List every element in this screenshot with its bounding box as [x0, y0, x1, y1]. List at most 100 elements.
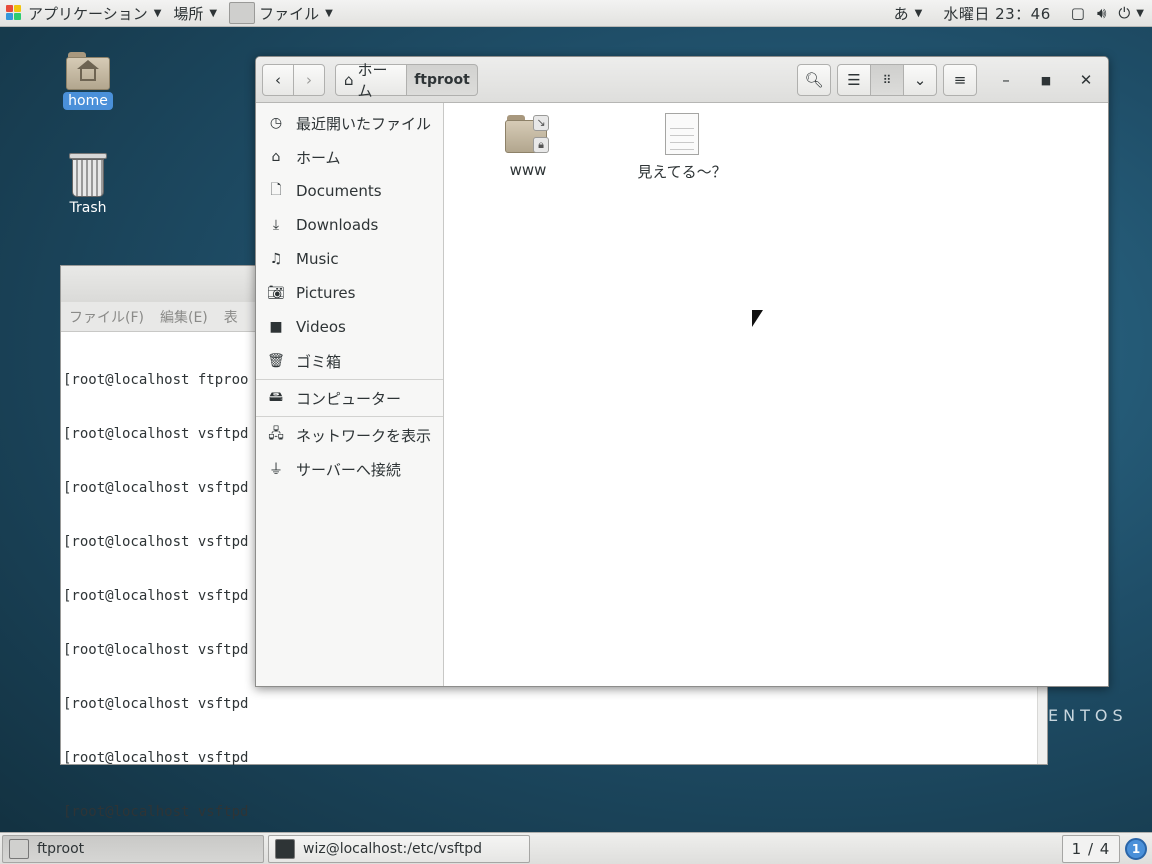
sidebar-item-label: Documents [296, 182, 382, 200]
terminal-line: [root@localhost vsftpd [63, 696, 249, 712]
breadcrumb-home-label: ホーム [357, 61, 388, 100]
places-sidebar: ◷ 最近開いたファイル ⌂ ホーム 🗋 Documents ⤓ Downloads ♫ M… [256, 103, 444, 686]
breadcrumb-current-label: ftproot [414, 72, 470, 88]
sidebar-item-label: サーバーへ接続 [296, 460, 401, 479]
desktop-home-folder[interactable]: home [53, 52, 123, 110]
window-icon[interactable]: ▢ [1065, 0, 1091, 27]
sidebar-item-trash[interactable]: 🗑︎ ゴミ箱 [256, 344, 443, 378]
list-view-button[interactable]: ☰ [837, 64, 871, 96]
forward-button[interactable]: › [293, 64, 325, 96]
centos-watermark: ENTOS [1048, 706, 1128, 725]
download-icon: ⤓ [272, 217, 280, 233]
file-item-www[interactable]: ↘ 🔒︎ www [468, 113, 588, 179]
file-item-text[interactable]: 見えてる～？ [622, 113, 742, 182]
home-folder-icon [66, 52, 110, 90]
places-menu[interactable]: 場所 ▼ [167, 0, 223, 27]
menu-button[interactable]: ≡ [943, 64, 977, 96]
terminal-icon [275, 839, 295, 859]
camera-icon: 📷︎ [267, 285, 285, 301]
back-button[interactable]: ‹ [262, 64, 294, 96]
home-icon: ⌂ [271, 149, 281, 165]
search-icon: 🔍︎ [804, 71, 824, 89]
input-method-label: あ [893, 4, 909, 23]
gnome-foot-icon [6, 5, 22, 21]
sidebar-item-label: 最近開いたファイル [296, 114, 432, 133]
sidebar-item-recent[interactable]: ◷ 最近開いたファイル [256, 106, 443, 140]
taskbar-item-label: ftproot [37, 841, 85, 857]
terminal-line: [root@localhost vsftpd [63, 750, 249, 766]
sidebar-item-label: Pictures [296, 284, 356, 302]
document-icon: 🗋 [270, 182, 282, 198]
sidebar-item-connect-server[interactable]: ⏚ サーバーへ接続 [256, 452, 443, 486]
minimize-button[interactable]: – [990, 64, 1022, 96]
trash-icon: 🗑︎ [267, 353, 285, 369]
video-icon: ■ [269, 319, 283, 335]
system-menu-chevron-down-icon[interactable]: ▼ [1136, 0, 1152, 27]
network-icon: 🖧︎ [268, 426, 284, 442]
sidebar-item-computer[interactable]: 🖴︎ コンピューター [256, 381, 443, 415]
workspace-switcher[interactable]: 1 / 4 [1062, 835, 1120, 863]
grid-view-button[interactable]: ⠿ [870, 64, 904, 96]
notification-badge[interactable]: 1 [1125, 838, 1147, 860]
terminal-menu-file[interactable]: ファイル(F) [69, 307, 144, 327]
breadcrumb-current[interactable]: ftproot [406, 64, 478, 96]
computer-icon: 🖴︎ [268, 389, 284, 405]
mouse-pointer-icon [752, 310, 763, 327]
file-manager-window[interactable]: ‹ › ⌂ ホーム ftproot 🔍︎ ☰ ⠿ ⌄ ≡ – ■ ✕ ◷ 最近開い… [255, 56, 1109, 687]
sidebar-item-label: ネットワークを表示 [296, 426, 432, 445]
clock-icon: ◷ [269, 115, 283, 131]
top-panel: アプリケーション ▼ 場所 ▼ ファイル ▼ あ ▼ 水曜日 23：46 ▢ 🔊… [0, 0, 1152, 27]
applications-label: アプリケーション [28, 4, 148, 23]
server-icon: ⏚ [269, 462, 283, 478]
chevron-right-icon: › [306, 71, 312, 89]
app-menu[interactable]: ファイル ▼ [223, 0, 339, 27]
sidebar-item-home[interactable]: ⌂ ホーム [256, 140, 443, 174]
terminal-line: [root@localhost vsftpd [63, 804, 249, 820]
input-method-menu[interactable]: あ ▼ [887, 0, 930, 27]
sidebar-item-documents[interactable]: 🗋 Documents [256, 174, 443, 208]
desktop-trash-label: Trash [69, 200, 107, 216]
view-options-button[interactable]: ⌄ [903, 64, 937, 96]
volume-icon[interactable]: 🔊︎ [1091, 0, 1112, 27]
music-icon: ♫ [269, 251, 283, 267]
chevron-down-icon: ▼ [209, 7, 218, 19]
taskbar-item-label: wiz@localhost:/etc/vsftpd [303, 841, 483, 857]
power-icon[interactable]: ⏻ [1112, 0, 1136, 27]
breadcrumb-home[interactable]: ⌂ ホーム [335, 61, 407, 100]
sidebar-item-label: ゴミ箱 [296, 352, 342, 371]
maximize-icon: ■ [1040, 73, 1052, 87]
file-view[interactable]: ↘ 🔒︎ www 見えてる～？ [445, 103, 1108, 686]
maximize-button[interactable]: ■ [1030, 64, 1062, 96]
places-label: 場所 [173, 4, 204, 23]
sidebar-item-videos[interactable]: ■ Videos [256, 310, 443, 344]
taskbar-item-ftproot[interactable]: ftproot [2, 835, 264, 863]
hamburger-menu-icon: ≡ [953, 71, 967, 89]
text-document-icon [665, 113, 699, 155]
trash-bin-icon [69, 153, 107, 197]
applications-menu[interactable]: アプリケーション ▼ [0, 0, 167, 27]
desktop-home-label: home [63, 92, 113, 110]
sidebar-item-pictures[interactable]: 📷︎ Pictures [256, 276, 443, 310]
terminal-menu-edit[interactable]: 編集(E) [160, 307, 208, 327]
sidebar-item-label: Downloads [296, 216, 379, 234]
home-icon: ⌂ [344, 71, 354, 89]
chevron-left-icon: ‹ [275, 71, 281, 89]
file-manager-headerbar[interactable]: ‹ › ⌂ ホーム ftproot 🔍︎ ☰ ⠿ ⌄ ≡ – ■ ✕ [256, 57, 1108, 103]
chevron-down-icon: ▼ [325, 7, 333, 19]
app-menu-label: ファイル [259, 4, 320, 23]
sidebar-item-music[interactable]: ♫ Music [256, 242, 443, 276]
file-name: 見えてる～？ [637, 163, 727, 181]
bottom-panel: ftproot wiz@localhost:/etc/vsftpd 1 / 4 … [0, 832, 1152, 864]
desktop-trash[interactable]: Trash [53, 153, 123, 217]
close-button[interactable]: ✕ [1070, 64, 1102, 96]
clock[interactable]: 水曜日 23：46 [929, 0, 1064, 27]
taskbar-item-terminal[interactable]: wiz@localhost:/etc/vsftpd [268, 835, 530, 863]
sidebar-item-downloads[interactable]: ⤓ Downloads [256, 208, 443, 242]
sidebar-item-label: コンピューター [296, 389, 402, 408]
close-icon: ✕ [1079, 71, 1093, 89]
file-manager-icon [229, 2, 256, 24]
sidebar-divider [256, 416, 443, 417]
terminal-menu-view[interactable]: 表 [224, 307, 238, 327]
sidebar-item-network[interactable]: 🖧︎ ネットワークを表示 [256, 418, 443, 452]
search-button[interactable]: 🔍︎ [797, 64, 831, 96]
